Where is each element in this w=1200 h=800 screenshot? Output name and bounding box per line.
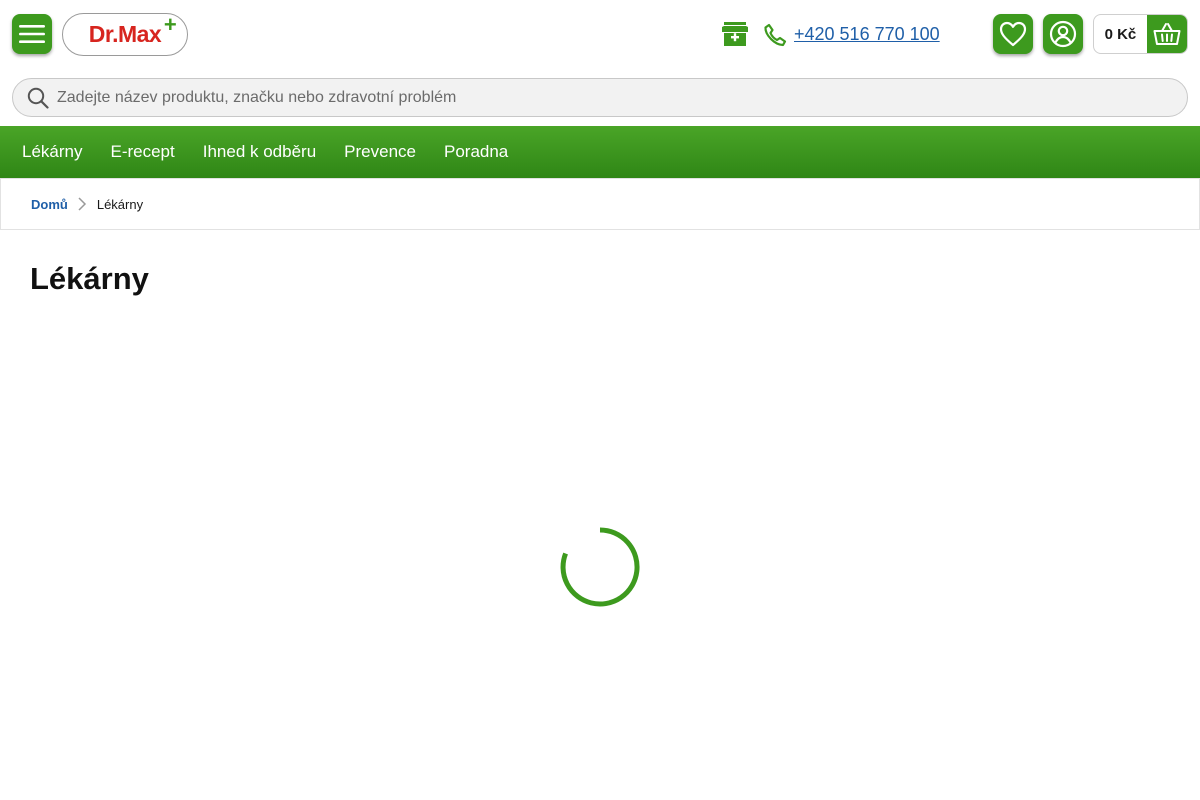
nav-item-ihned-k-odberu[interactable]: Ihned k odběru [189, 126, 330, 178]
store-pharmacy-icon[interactable] [721, 20, 749, 48]
logo-plus-icon: + [163, 12, 177, 37]
favorites-button[interactable] [993, 14, 1033, 54]
menu-button[interactable] [12, 14, 52, 54]
cart-widget[interactable]: 0 Kč [1093, 14, 1188, 54]
cart-button[interactable] [1146, 15, 1187, 53]
nav-item-e-recept[interactable]: E-recept [96, 126, 188, 178]
user-account-icon [1049, 20, 1077, 48]
search-input[interactable] [57, 79, 1177, 116]
nav-item-lekarny[interactable]: Lékárny [8, 126, 96, 178]
site-header: Dr.Max + +420 516 770 100 0 Kč [0, 0, 1200, 126]
phone-icon [764, 23, 787, 47]
page-title: Lékárny [30, 261, 149, 296]
breadcrumb-home-link[interactable]: Domů [31, 197, 68, 212]
phone-link[interactable]: +420 516 770 100 [794, 22, 940, 46]
account-button[interactable] [1043, 14, 1083, 54]
search-bar[interactable] [12, 78, 1188, 117]
logo-text: Dr.Max + [88, 12, 177, 47]
cart-total[interactable]: 0 Kč [1094, 15, 1147, 53]
hamburger-menu-icon [19, 25, 45, 43]
main-navigation: Lékárny E-recept Ihned k odběru Prevence… [0, 126, 1200, 178]
search-icon[interactable] [27, 87, 49, 109]
basket-icon [1153, 23, 1181, 45]
nav-item-prevence[interactable]: Prevence [330, 126, 430, 178]
loading-spinner-icon [560, 527, 640, 607]
breadcrumb-current: Lékárny [96, 196, 144, 212]
drmax-logo[interactable]: Dr.Max + [62, 12, 188, 56]
chevron-right-icon [78, 197, 86, 211]
breadcrumb: Domů Lékárny [0, 178, 1200, 230]
heart-icon [999, 21, 1027, 47]
nav-item-poradna[interactable]: Poradna [430, 126, 522, 178]
